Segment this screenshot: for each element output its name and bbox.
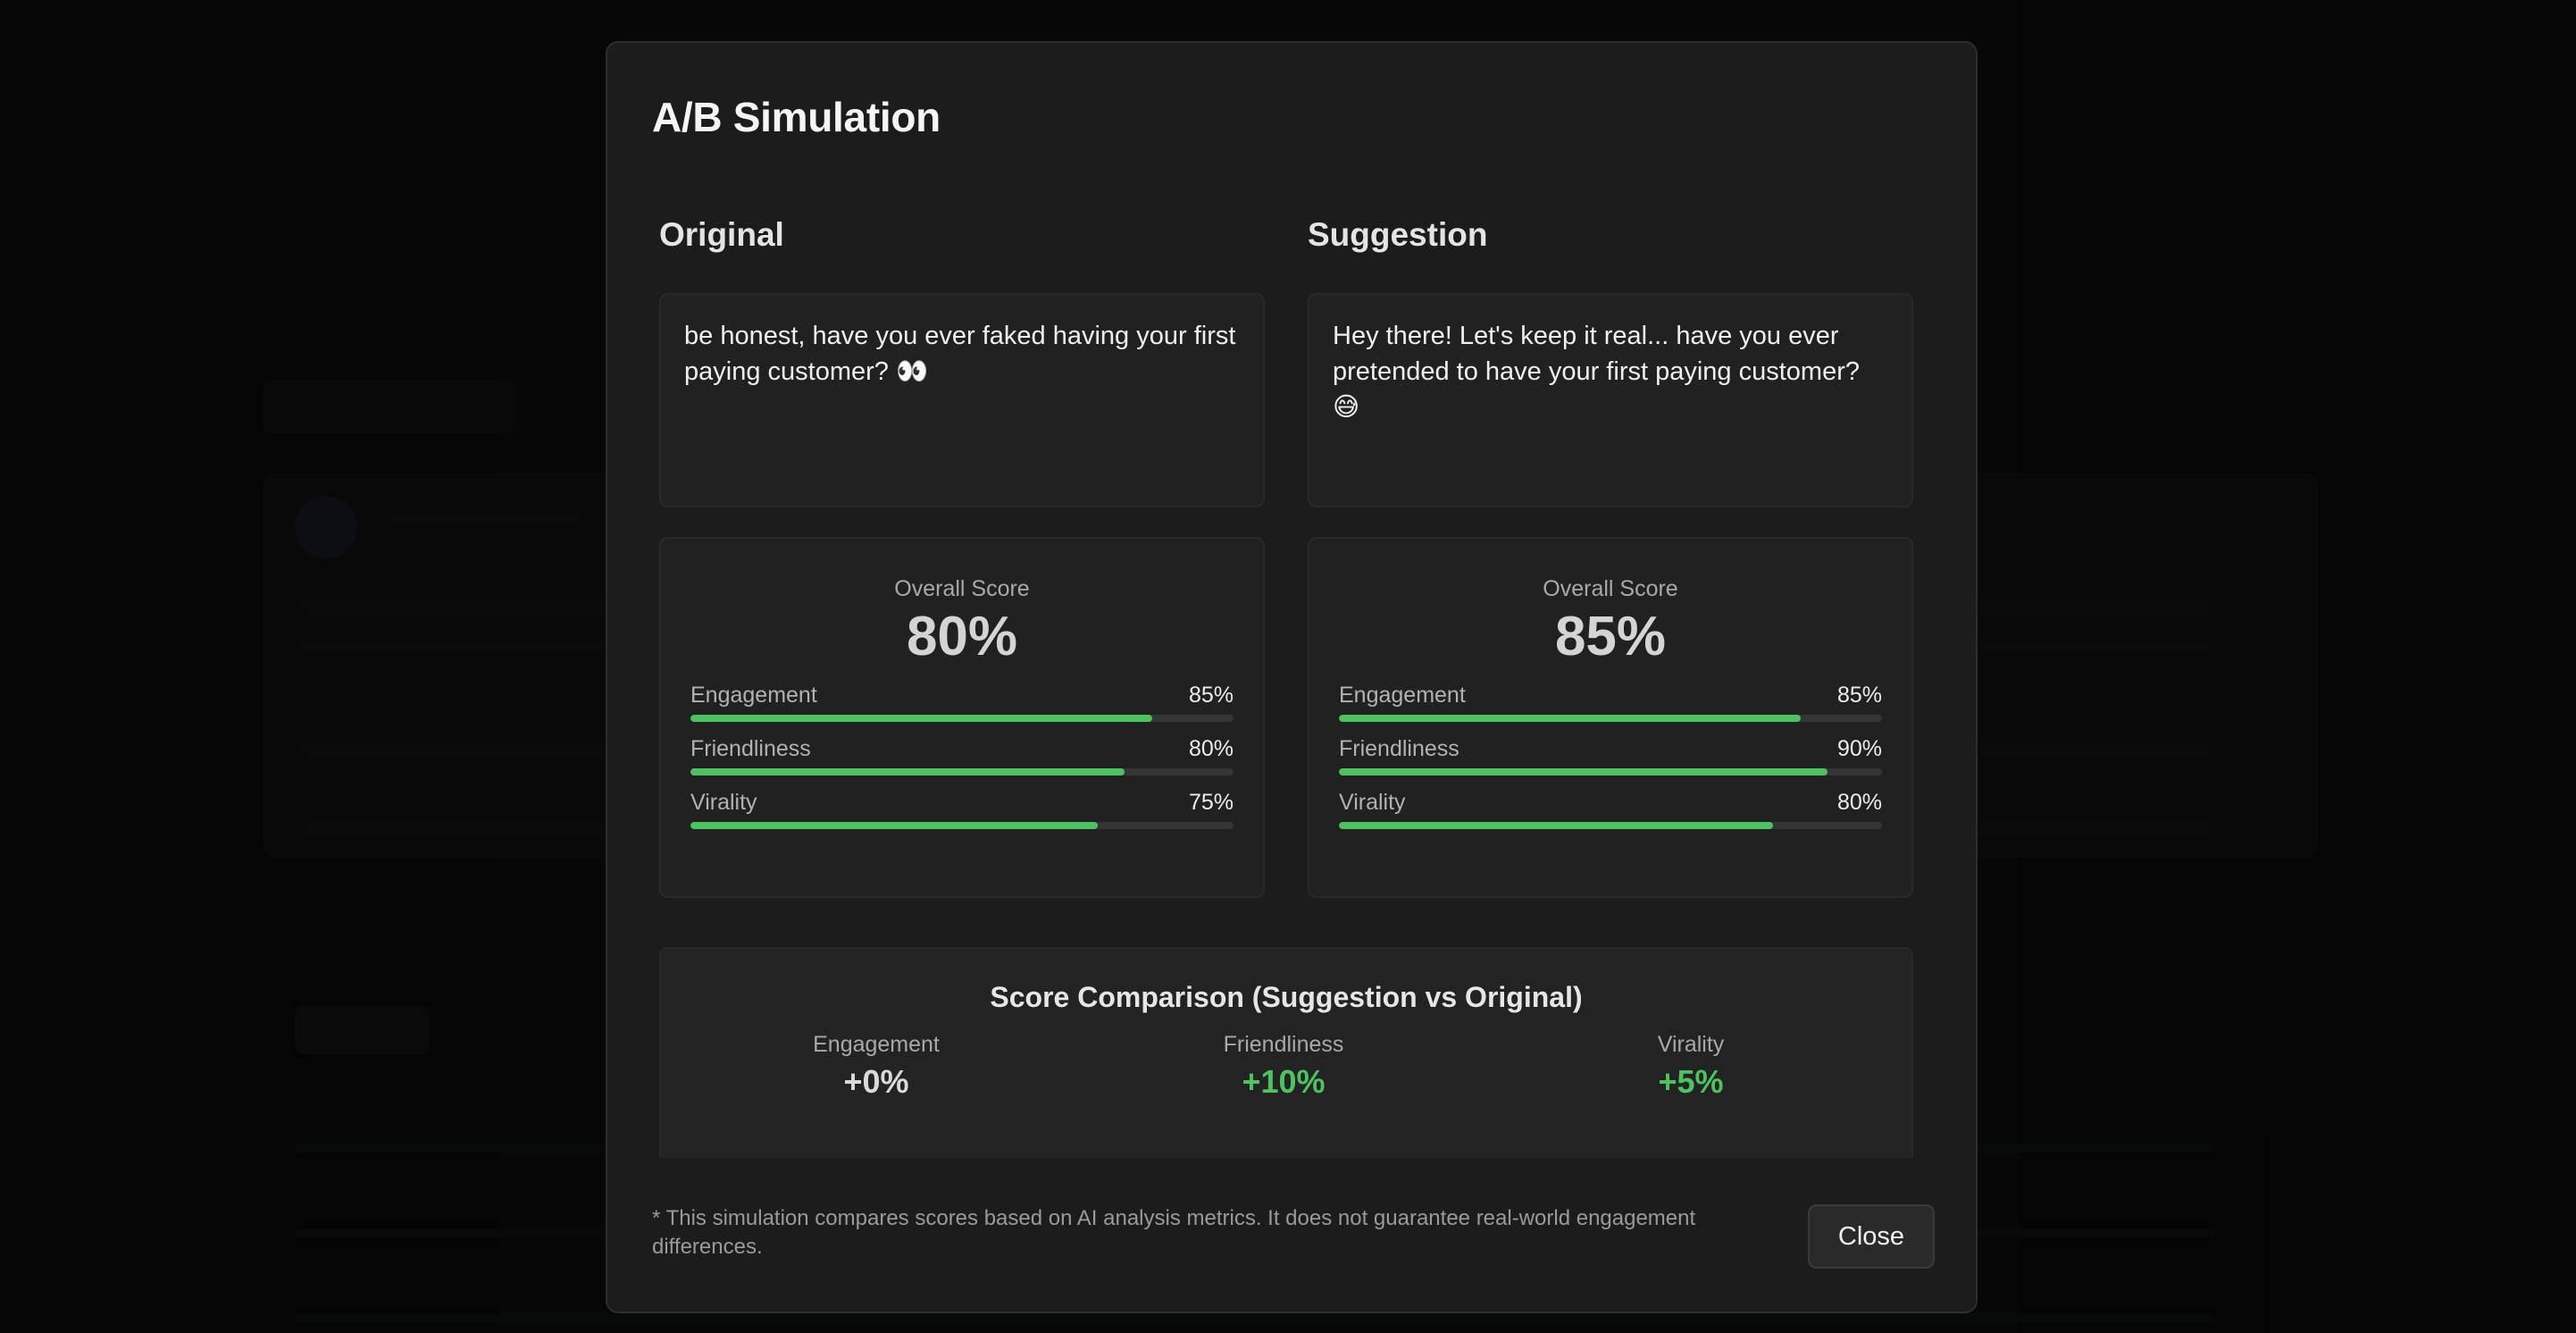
metric-label: Virality [1339, 790, 1406, 815]
original-text-box: be honest, have you ever faked having yo… [659, 293, 1265, 507]
progress-fill [690, 822, 1098, 829]
progress-track [690, 715, 1234, 722]
close-button[interactable]: Close [1808, 1204, 1935, 1269]
original-metric-virality: Virality 75% [690, 786, 1234, 829]
progress-track [1339, 715, 1882, 722]
suggestion-overall-label: Overall Score [1543, 576, 1678, 601]
metric-label: Virality [690, 790, 757, 815]
progress-fill [690, 715, 1152, 722]
suggestion-metric-engagement: Engagement 85% [1339, 679, 1882, 722]
comparison-title: Score Comparison (Suggestion vs Original… [990, 981, 1583, 1013]
comparison-grid: Engagement +0% Friendliness +10% Viralit… [661, 1032, 1911, 1112]
suggestion-text-box: Hey there! Let's keep it real... have yo… [1308, 293, 1913, 507]
progress-fill [1339, 822, 1774, 829]
score-comparison-panel: Score Comparison (Suggestion vs Original… [659, 947, 1913, 1158]
suggestion-overall-value: 85% [1554, 606, 1667, 667]
comparison-friendliness: Friendliness +10% [1150, 1032, 1418, 1101]
metric-label: Engagement [690, 683, 817, 708]
original-overall-value: 80% [906, 606, 1018, 667]
comparison-delta: +0% [843, 1063, 909, 1100]
progress-fill [1339, 768, 1828, 775]
metric-value: 90% [1836, 736, 1882, 761]
original-text: be honest, have you ever faked having yo… [684, 322, 1236, 386]
metric-value: 80% [1836, 790, 1882, 815]
dialog-title: A/B Simulation [652, 94, 941, 140]
comparison-virality: Virality +5% [1557, 1032, 1825, 1101]
metric-label: Engagement [1339, 683, 1466, 708]
progress-track [1339, 768, 1882, 775]
metric-value: 85% [1188, 683, 1234, 708]
original-column: Original be honest, have you ever faked … [659, 213, 1265, 898]
comparison-engagement: Engagement +0% [742, 1032, 1010, 1101]
suggestion-metric-friendliness: Friendliness 90% [1339, 733, 1882, 775]
metric-value: 80% [1188, 736, 1234, 761]
original-metric-friendliness: Friendliness 80% [690, 733, 1234, 775]
suggestion-column: Suggestion Hey there! Let's keep it real… [1308, 213, 1913, 898]
progress-track [690, 768, 1234, 775]
original-score-panel: Overall Score 80% Engagement 85% Friendl… [659, 537, 1265, 898]
progress-fill [1339, 715, 1801, 722]
comparison-label: Virality [1657, 1032, 1725, 1057]
suggestion-score-panel: Overall Score 85% Engagement 85% Friendl… [1308, 537, 1913, 898]
comparison-delta: +10% [1242, 1063, 1326, 1100]
metric-label: Friendliness [1339, 736, 1459, 761]
metric-value: 85% [1836, 683, 1882, 708]
original-heading: Original [659, 216, 784, 253]
progress-track [1339, 822, 1882, 829]
progress-track [690, 822, 1234, 829]
metric-value: 75% [1188, 790, 1234, 815]
progress-fill [690, 768, 1125, 775]
suggestion-text: Hey there! Let's keep it real... have yo… [1333, 322, 1860, 422]
original-overall-label: Overall Score [894, 576, 1030, 601]
comparison-label: Friendliness [1223, 1032, 1344, 1057]
suggestion-heading: Suggestion [1308, 216, 1488, 253]
disclaimer-footnote: * This simulation compares scores based … [652, 1206, 1696, 1259]
suggestion-metric-virality: Virality 80% [1339, 786, 1882, 829]
ab-simulation-dialog: A/B Simulation Original be honest, have … [606, 41, 1978, 1313]
comparison-delta: +5% [1658, 1063, 1724, 1100]
comparison-label: Engagement [813, 1032, 940, 1057]
original-metric-engagement: Engagement 85% [690, 679, 1234, 722]
metric-label: Friendliness [690, 736, 811, 761]
